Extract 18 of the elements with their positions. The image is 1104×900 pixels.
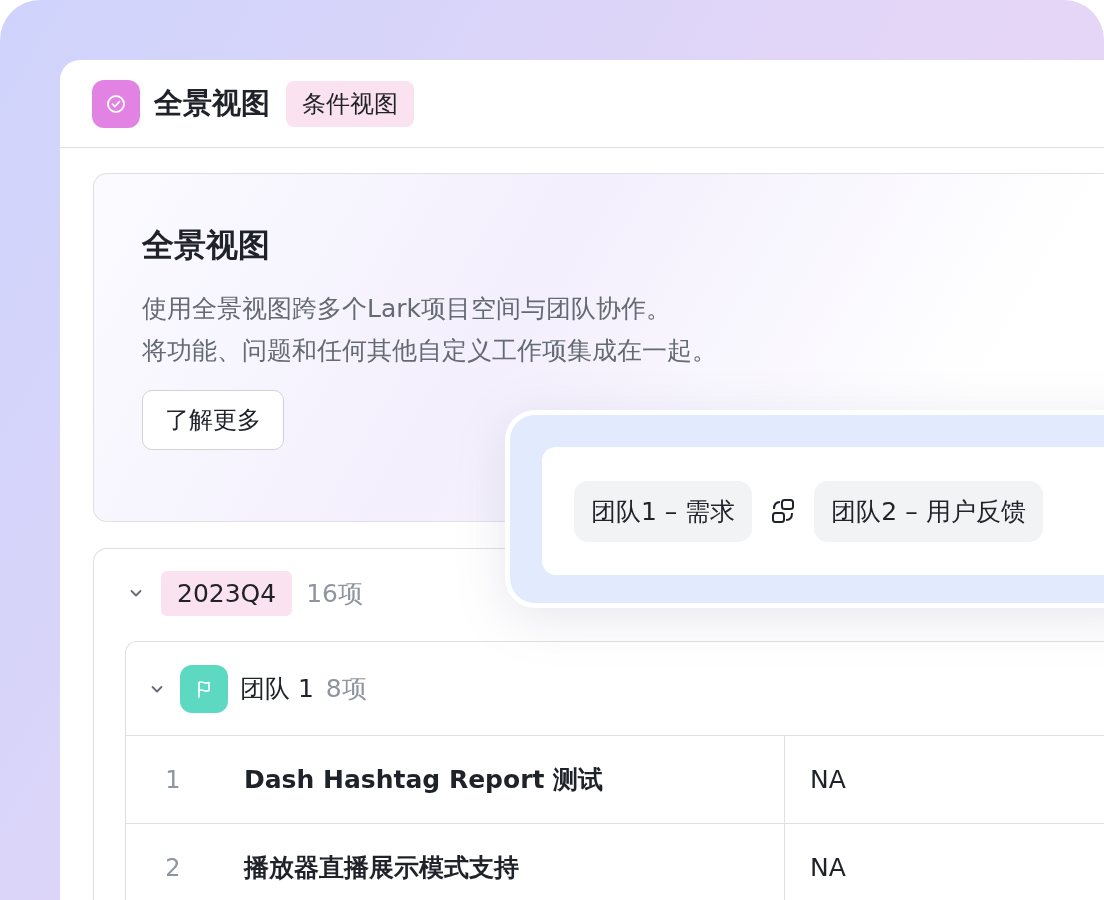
team-chip[interactable]: 团队1 – 需求	[574, 480, 753, 542]
intro-text: 使用全景视图跨多个Lark项目空间与团队协作。 将功能、问题和任何其他自定义工作项集成在一起。	[142, 293, 718, 367]
table-cell-text: 播放器直播展示模式支持	[242, 852, 520, 884]
view-tag: 条件视图	[286, 80, 414, 127]
learn-more-button[interactable]: 了解更多	[142, 390, 284, 450]
intro-title: 全景视图	[142, 225, 271, 266]
item-count: 16项	[306, 577, 364, 610]
row-number: 2	[164, 853, 182, 882]
team-name: 团队 1	[240, 673, 314, 705]
table-cell: NA	[784, 824, 846, 900]
table-cell: NA	[784, 736, 846, 823]
window-title: 全景视图	[154, 84, 270, 122]
quarter-tag: 2023Q4	[161, 570, 293, 616]
table-cell-text: Dash Hashtag Report 测试	[243, 764, 605, 796]
row-number: 1	[164, 765, 182, 794]
team-chip[interactable]: 团队2 – 用户反馈	[814, 480, 1043, 542]
flag-icon	[180, 664, 228, 713]
item-count: 8项	[325, 673, 367, 705]
